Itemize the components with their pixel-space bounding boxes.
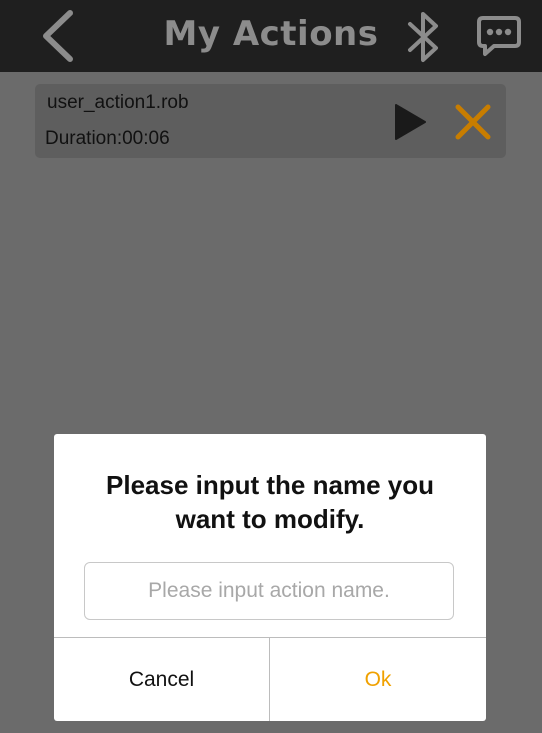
delete-button[interactable] xyxy=(453,102,493,142)
chat-button[interactable] xyxy=(471,10,527,62)
action-name-input[interactable] xyxy=(84,562,454,620)
ok-button[interactable]: Ok xyxy=(270,638,486,721)
page-title: My Actions xyxy=(163,14,379,54)
top-bar: My Actions xyxy=(0,0,542,72)
action-item[interactable]: user_action1.rob Duration:00:06 xyxy=(35,84,506,158)
dialog-title: Please input the name you want to modify… xyxy=(106,470,434,534)
close-icon xyxy=(455,104,491,140)
bluetooth-icon xyxy=(408,12,438,62)
action-name: user_action1.rob xyxy=(47,92,189,113)
rename-dialog: Please input the name you want to modify… xyxy=(54,434,486,721)
play-button[interactable] xyxy=(392,102,428,142)
chat-icon xyxy=(477,16,521,56)
bluetooth-button[interactable] xyxy=(398,8,450,66)
action-duration: Duration:00:06 xyxy=(45,128,170,149)
cancel-button[interactable]: Cancel xyxy=(54,638,269,721)
play-icon xyxy=(395,104,426,140)
